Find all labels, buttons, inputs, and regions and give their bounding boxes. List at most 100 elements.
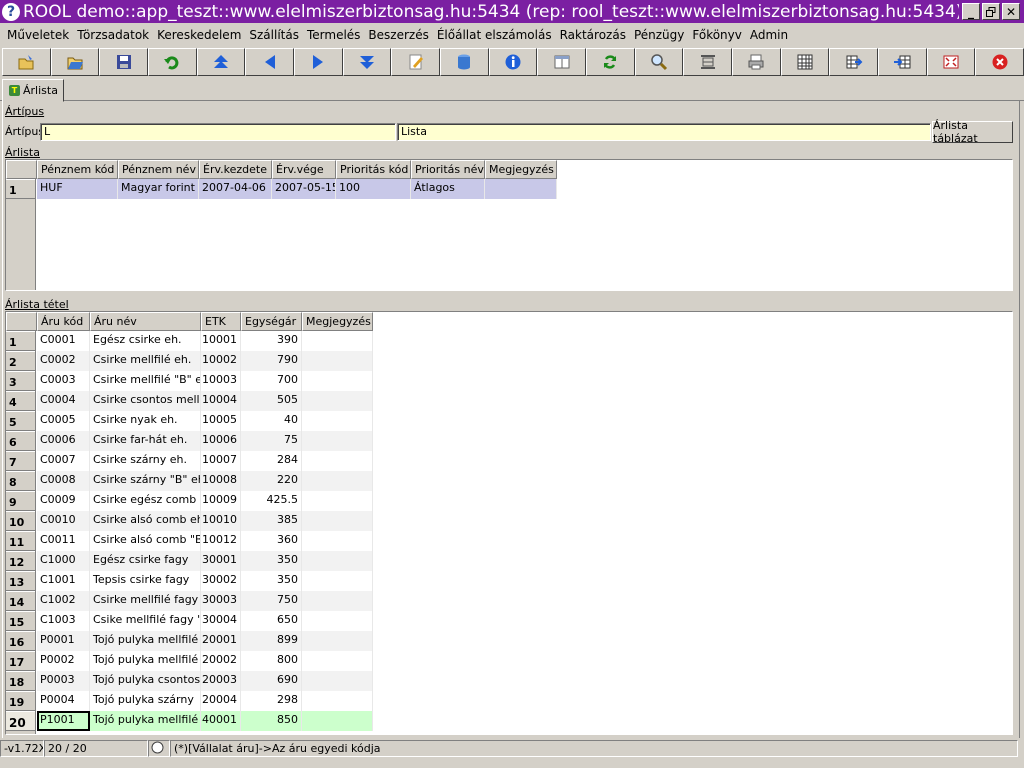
row-number[interactable]: 1 — [6, 179, 35, 199]
table-cell-tetel-2[interactable]: 20004 — [201, 691, 241, 711]
row-number[interactable]: 16 — [6, 631, 35, 651]
column-header[interactable]: Érv.vége — [272, 160, 336, 179]
table-cell-tetel-0[interactable]: C0011 — [37, 531, 90, 551]
table-cell-tetel-4[interactable] — [302, 691, 373, 711]
database-button[interactable] — [440, 48, 489, 76]
table-cell-tetel-2[interactable]: 10002 — [201, 351, 241, 371]
table-button[interactable] — [780, 48, 830, 76]
table-cell-arlista-5[interactable]: Átlagos — [411, 179, 485, 199]
minimize-button[interactable]: _ — [962, 3, 980, 20]
table-cell-tetel-0[interactable]: C0005 — [37, 411, 90, 431]
column-header[interactable]: Áru kód — [37, 312, 90, 331]
table-cell-tetel-4[interactable] — [302, 531, 373, 551]
menu-torzsadatok[interactable]: Törzsadatok — [73, 28, 153, 42]
table-cell-tetel-3[interactable]: 298 — [241, 691, 302, 711]
table-cell-tetel-0[interactable]: C0002 — [37, 351, 90, 371]
table-cell-tetel-2[interactable]: 10008 — [201, 471, 241, 491]
column-header[interactable]: Megjegyzés — [485, 160, 557, 179]
table-cell-tetel-2[interactable]: 20002 — [201, 651, 241, 671]
table-cell-tetel-1[interactable]: Csirke alsó comb eh. — [90, 511, 201, 531]
table-cell-tetel-0[interactable]: P0001 — [37, 631, 90, 651]
table-cell-tetel-4[interactable] — [302, 551, 373, 571]
table-cell-tetel-3[interactable]: 360 — [241, 531, 302, 551]
table-cell-tetel-3[interactable]: 390 — [241, 331, 302, 351]
row-number[interactable]: 15 — [6, 611, 35, 631]
export-button[interactable] — [829, 48, 879, 76]
table-cell-tetel-2[interactable]: 30002 — [201, 571, 241, 591]
table-cell-tetel-3[interactable]: 850 — [241, 711, 302, 731]
table-cell-tetel-1[interactable]: Tojó pulyka mellfilé "B — [90, 651, 201, 671]
table-cell-tetel-1[interactable]: Csirke far-hát eh. — [90, 431, 201, 451]
table-cell-tetel-2[interactable]: 10001 — [201, 331, 241, 351]
table-cell-tetel-2[interactable]: 30004 — [201, 611, 241, 631]
row-number[interactable]: 4 — [6, 391, 35, 411]
table-cell-tetel-4[interactable] — [302, 651, 373, 671]
table-cell-tetel-1[interactable]: Csirke csontos mell eh — [90, 391, 201, 411]
table-cell-tetel-3[interactable]: 750 — [241, 591, 302, 611]
column-header[interactable]: Pénznem kód — [37, 160, 118, 179]
column-header[interactable]: Érv.kezdete — [199, 160, 272, 179]
table-row[interactable]: C0001 Egész csirke eh. 10001 390 — [37, 331, 373, 351]
table-row[interactable]: P0003Tojó pulyka csontos m20003690 — [37, 671, 373, 691]
table-cell-tetel-2[interactable]: 20001 — [201, 631, 241, 651]
table-cell-tetel-3[interactable]: 690 — [241, 671, 302, 691]
table-cell-tetel-1[interactable]: Egész csirke eh. — [90, 331, 201, 351]
search-button[interactable] — [634, 48, 684, 76]
table-row[interactable]: C0007 Csirke szárny eh. 10007 284 — [37, 451, 373, 471]
table-cell-tetel-1[interactable]: Tepsis csirke fagy — [90, 571, 201, 591]
table-cell-tetel-1[interactable]: Tojó pulyka mellfilé fag — [90, 711, 201, 731]
table-cell-tetel-2[interactable]: 30001 — [201, 551, 241, 571]
table-cell-arlista-4[interactable]: 100 — [336, 179, 411, 199]
table-cell-arlista-0[interactable]: HUF — [37, 179, 118, 199]
undo-button[interactable] — [148, 48, 197, 76]
table-cell-tetel-4[interactable] — [302, 371, 373, 391]
table-cell-tetel-2[interactable]: 10012 — [201, 531, 241, 551]
table-cell-tetel-0[interactable]: P0002 — [37, 651, 90, 671]
table-cell-tetel-4[interactable] — [302, 391, 373, 411]
menu-szallitas[interactable]: Szállítás — [245, 28, 303, 42]
table-cell-tetel-0[interactable]: C1003 — [37, 611, 90, 631]
table-cell-tetel-0[interactable]: C0008 — [37, 471, 90, 491]
row-number[interactable]: 12 — [6, 551, 35, 571]
menu-eloallat-elszamolas[interactable]: Élőállat elszámolás — [433, 28, 556, 42]
table-cell-tetel-0[interactable]: C0009 — [37, 491, 90, 511]
table-row[interactable]: C0008 Csirke szárny "B" eh. 10008 220 — [37, 471, 373, 491]
table-cell-arlista-2[interactable]: 2007-04-06 — [199, 179, 272, 199]
table-cell-tetel-1[interactable]: Csirke mellfilé fagy — [90, 591, 201, 611]
table-cell-tetel-3[interactable]: 40 — [241, 411, 302, 431]
column-header[interactable]: ETK — [201, 312, 241, 331]
column-header[interactable]: Pénznem név — [118, 160, 199, 179]
table-cell-tetel-1[interactable]: Csike mellfilé fagy "B" — [90, 611, 201, 631]
row-number[interactable]: 8 — [6, 471, 35, 491]
row-number[interactable]: 3 — [6, 371, 35, 391]
table-cell-tetel-1[interactable]: Csirke egész comb eh — [90, 491, 201, 511]
table-cell-tetel-3[interactable]: 385 — [241, 511, 302, 531]
table-cell-tetel-0[interactable]: C0004 — [37, 391, 90, 411]
table-row[interactable]: C1003Csike mellfilé fagy "B"30004650 — [37, 611, 373, 631]
table-cell-tetel-3[interactable]: 284 — [241, 451, 302, 471]
artipus-code-input[interactable]: L — [40, 123, 396, 141]
table-cell-tetel-0[interactable]: C0003 — [37, 371, 90, 391]
table-cell-tetel-1[interactable]: Csirke szárny eh. — [90, 451, 201, 471]
row-number[interactable]: 2 — [6, 351, 35, 371]
table-row[interactable]: C0003 Csirke mellfilé "B" eh. 10003 700 — [37, 371, 373, 391]
table-row[interactable]: C0006 Csirke far-hát eh. 10006 75 — [37, 431, 373, 451]
table-row[interactable]: C0004Csirke csontos mell eh10004505 — [37, 391, 373, 411]
row-number[interactable]: 10 — [6, 511, 35, 531]
menu-muveletek[interactable]: Műveletek — [3, 28, 73, 42]
table-row[interactable]: HUF Magyar forint 2007-04-06 2007-05-15 100 Á… — [37, 179, 557, 199]
table-cell-tetel-4[interactable] — [302, 511, 373, 531]
table-cell-tetel-1[interactable]: Csirke nyak eh. — [90, 411, 201, 431]
menu-beszerzes[interactable]: Beszerzés — [364, 28, 432, 42]
table-cell-tetel-0[interactable]: C1001 — [37, 571, 90, 591]
row-number[interactable]: 18 — [6, 671, 35, 691]
table-cell-tetel-4[interactable] — [302, 411, 373, 431]
table-cell-tetel-3[interactable]: 700 — [241, 371, 302, 391]
table-cell-tetel-4[interactable] — [302, 611, 373, 631]
row-number[interactable]: 6 — [6, 431, 35, 451]
table-cell-arlista-6[interactable] — [485, 179, 557, 199]
info-button[interactable] — [488, 48, 538, 76]
row-number[interactable]: 19 — [6, 691, 35, 711]
table-cell-tetel-3[interactable]: 350 — [241, 551, 302, 571]
table-cell-tetel-1[interactable]: Csirke mellfilé "B" eh. — [90, 371, 201, 391]
